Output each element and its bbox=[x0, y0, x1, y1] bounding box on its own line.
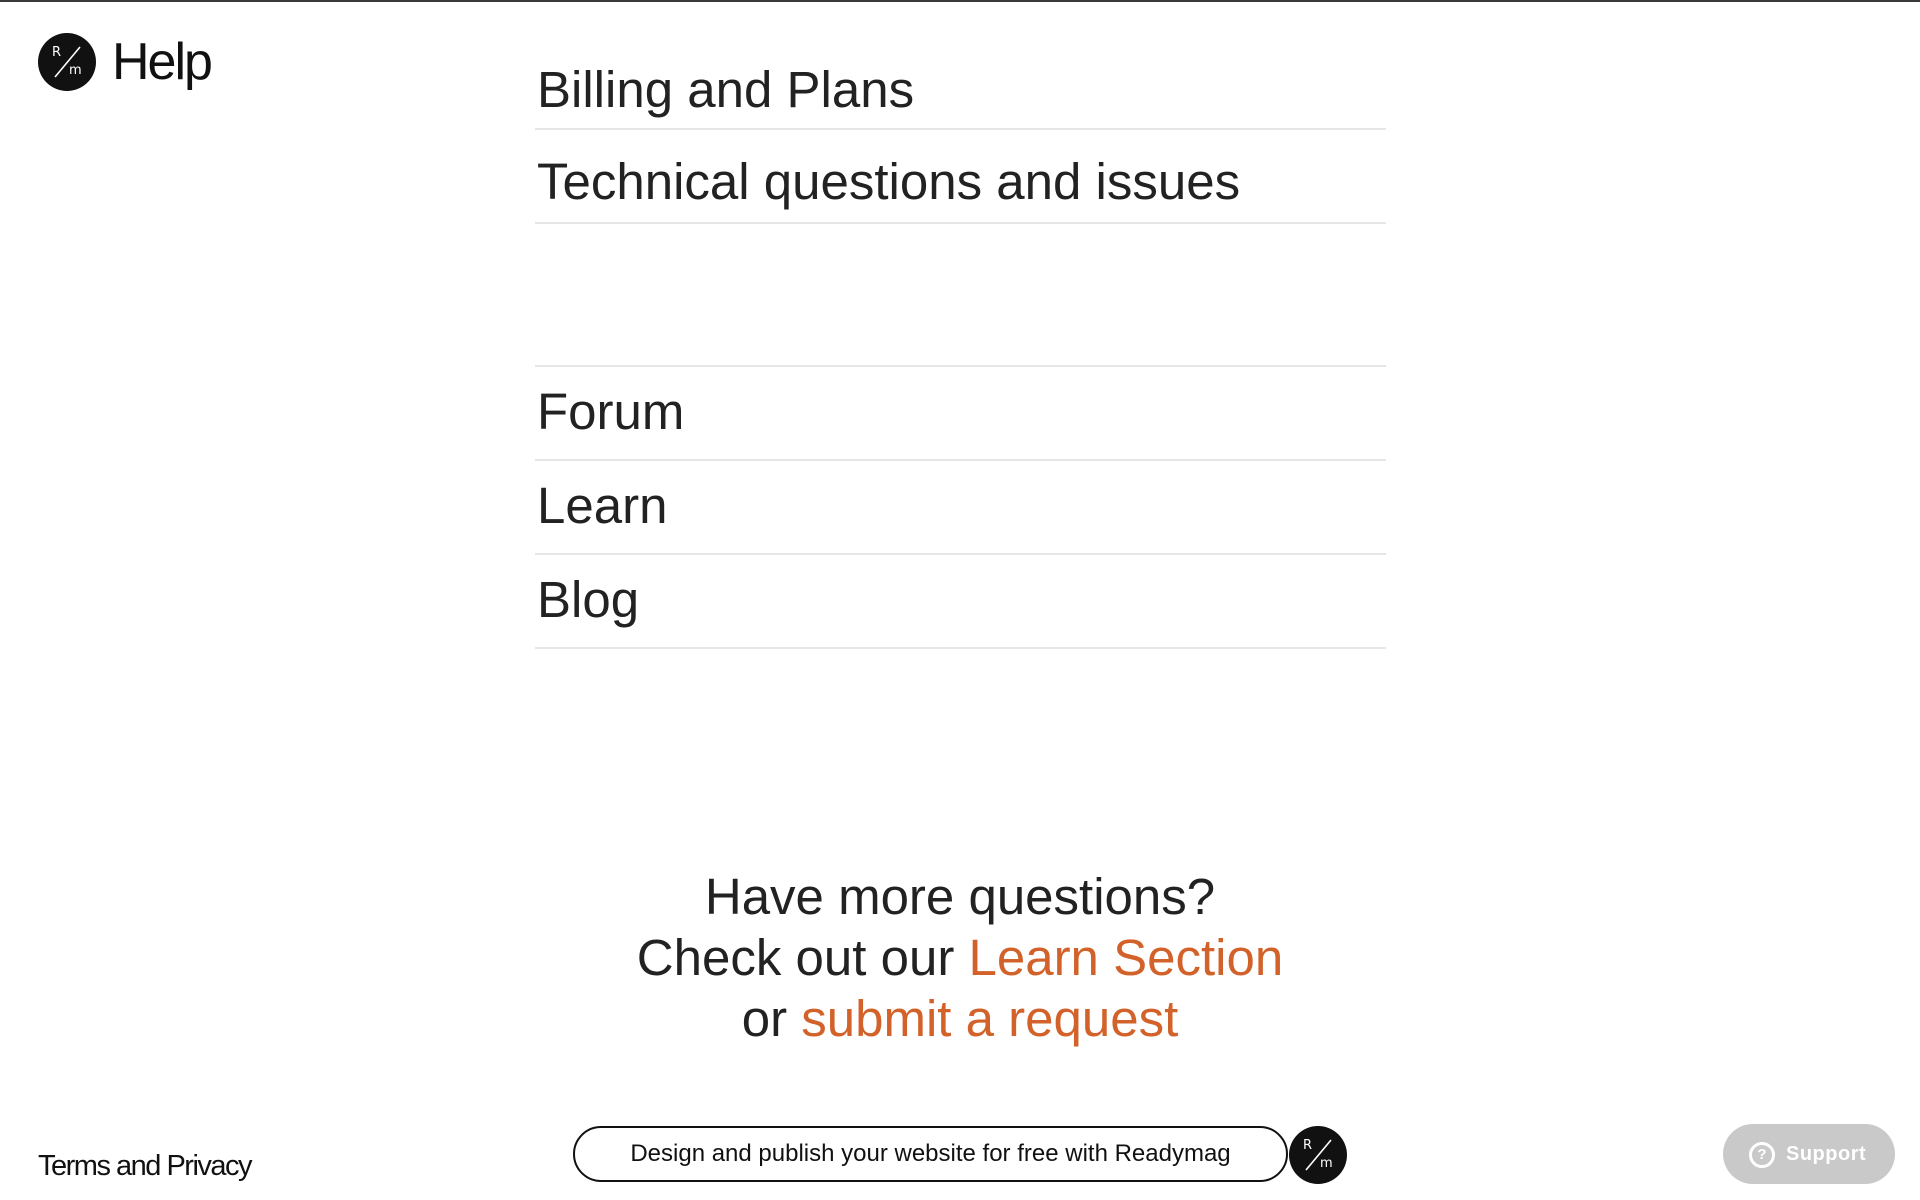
resource-item-blog[interactable]: Blog bbox=[535, 555, 1386, 649]
resource-list: Forum Learn Blog bbox=[535, 365, 1386, 649]
cta-text: Check out our bbox=[636, 929, 969, 986]
logo-letter-m: m bbox=[1320, 1156, 1333, 1171]
logo-letter-r: R bbox=[52, 45, 62, 60]
readymag-logo-icon[interactable]: R m bbox=[1289, 1126, 1347, 1184]
cta-heading: Have more questions? bbox=[704, 868, 1216, 925]
logo-slash bbox=[1305, 1139, 1332, 1171]
resource-item-learn[interactable]: Learn bbox=[535, 461, 1386, 555]
support-button[interactable]: ? Support bbox=[1723, 1124, 1895, 1184]
readymag-logo-icon[interactable]: R m bbox=[38, 33, 96, 91]
resource-label: Blog bbox=[537, 571, 640, 628]
readymag-promo-button[interactable]: Design and publish your website for free… bbox=[573, 1126, 1288, 1182]
question-circle-icon: ? bbox=[1749, 1142, 1775, 1168]
resource-item-forum[interactable]: Forum bbox=[535, 367, 1386, 461]
category-list: Billing and Plans Technical questions an… bbox=[535, 0, 1386, 224]
cta-line-learn: Check out our Learn Section bbox=[0, 927, 1920, 988]
support-label: Support bbox=[1786, 1143, 1867, 1165]
page-title[interactable]: Help bbox=[112, 30, 213, 94]
submit-request-link[interactable]: submit a request bbox=[801, 990, 1178, 1047]
more-questions-section: Have more questions? Check out our Learn… bbox=[0, 866, 1920, 1049]
learn-section-link[interactable]: Learn Section bbox=[968, 929, 1283, 986]
category-label: Technical questions and issues bbox=[537, 153, 1241, 210]
terms-and-privacy-link[interactable]: Terms and Privacy bbox=[38, 1146, 253, 1186]
category-label: Billing and Plans bbox=[537, 61, 915, 118]
category-item-technical[interactable]: Technical questions and issues bbox=[535, 130, 1386, 224]
cta-text: or bbox=[741, 990, 802, 1047]
logo-letter-r: R bbox=[1303, 1138, 1313, 1153]
resource-label: Learn bbox=[537, 477, 668, 534]
resource-label: Forum bbox=[537, 383, 685, 440]
cta-line-request: or submit a request bbox=[0, 988, 1920, 1049]
category-item-billing[interactable]: Billing and Plans bbox=[535, 0, 1386, 130]
logo-letter-m: m bbox=[69, 63, 82, 78]
logo-slash bbox=[54, 46, 81, 78]
